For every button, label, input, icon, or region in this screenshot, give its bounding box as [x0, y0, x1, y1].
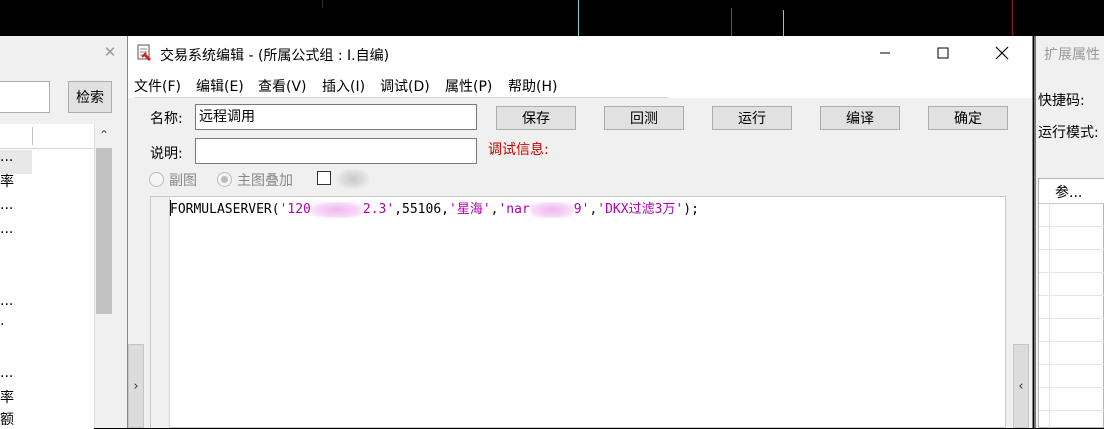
chart-tick	[731, 8, 732, 36]
chart-tick	[783, 10, 784, 36]
scrollbar-thumb[interactable]	[96, 148, 112, 314]
list-item[interactable]: ...	[0, 365, 13, 381]
run-button[interactable]: 运行	[712, 106, 792, 130]
backtest-button[interactable]: 回测	[604, 106, 684, 130]
maximize-button[interactable]	[914, 36, 972, 70]
list-item[interactable]: ...	[0, 221, 13, 237]
list-item[interactable]: 额	[0, 409, 14, 429]
chart-tick	[322, 0, 323, 8]
table-gridline	[1039, 387, 1104, 388]
chart-tick	[1012, 0, 1013, 36]
code-terminator: );	[683, 202, 699, 217]
description-label: 说明:	[150, 146, 183, 162]
minimize-icon	[880, 52, 890, 54]
sub-chart-radio[interactable]	[149, 172, 164, 187]
chart-tick	[578, 0, 579, 36]
main-overlay-radio[interactable]	[217, 172, 232, 187]
list-item[interactable]: ·	[0, 317, 4, 333]
menu-separator	[135, 97, 669, 98]
chart-background-strip	[0, 0, 1104, 36]
redacted-text	[310, 201, 363, 218]
table-gridline	[1049, 203, 1050, 428]
compile-button[interactable]: 编译	[820, 106, 900, 130]
list-item[interactable]: ...	[0, 293, 13, 309]
window-title: 交易系统编辑 - (所属公式组 : I.自编)	[160, 48, 390, 64]
list-item[interactable]: ...	[0, 149, 13, 165]
text-caret	[170, 200, 171, 216]
parameter-table	[1038, 178, 1104, 428]
code-string-arg: 2.3'	[362, 202, 395, 217]
list-item[interactable]: 率	[0, 387, 14, 407]
left-search-input[interactable]	[0, 81, 50, 113]
left-panel-close-icon[interactable]: ✕	[100, 42, 120, 62]
table-gridline	[1039, 272, 1104, 273]
parameter-column-header[interactable]: 参...	[1055, 182, 1082, 202]
menu-item[interactable]: 插入(I)	[322, 76, 365, 96]
list-item[interactable]: ...	[0, 197, 13, 213]
editor-gutter	[151, 197, 170, 428]
menu-item[interactable]: 调试(D)	[380, 76, 430, 96]
formula-list-header	[0, 124, 94, 149]
code-string-arg: 'nar	[498, 202, 530, 217]
column-separator[interactable]	[32, 127, 33, 145]
search-button[interactable]: 检索	[68, 81, 112, 113]
code-string-arg: '120	[279, 202, 311, 217]
save-button[interactable]: 保存	[496, 106, 576, 130]
option-checkbox[interactable]	[317, 171, 331, 185]
menu-item[interactable]: 文件(F)	[134, 76, 181, 96]
collapse-right-handle[interactable]: ‹	[1013, 344, 1029, 428]
code-string-arg: 9'	[573, 202, 590, 217]
expand-left-handle[interactable]: ›	[128, 344, 144, 428]
name-label: 名称:	[150, 111, 183, 127]
table-gridline	[1039, 226, 1104, 227]
main-overlay-label: 主图叠加	[237, 173, 293, 189]
formula-app-icon	[136, 44, 154, 62]
extended-properties-title: 扩展属性	[1044, 47, 1100, 63]
code-string-arg: '星海'	[449, 202, 491, 217]
table-gridline	[1039, 341, 1104, 342]
menu-item[interactable]: 查看(V)	[258, 76, 307, 96]
menu-item[interactable]: 编辑(E)	[196, 76, 244, 96]
minimize-button[interactable]	[856, 36, 914, 70]
close-button[interactable]	[973, 36, 1031, 70]
redacted-text	[529, 201, 574, 218]
table-gridline	[1039, 364, 1104, 365]
redacted-checkbox-label	[336, 168, 370, 190]
table-gridline	[1039, 295, 1104, 296]
description-input[interactable]	[195, 138, 477, 164]
table-gridline	[1039, 410, 1104, 411]
table-gridline	[1039, 318, 1104, 319]
scroll-up-icon[interactable]: ⌃	[94, 124, 114, 146]
code-string-arg: 'DKX过滤3万'	[597, 202, 684, 217]
code-separator: ,55106,	[394, 202, 449, 217]
confirm-button[interactable]: 确定	[928, 106, 1008, 130]
maximize-icon	[937, 47, 949, 59]
run-mode-label: 运行模式:	[1038, 125, 1099, 141]
code-line[interactable]: FORMULASERVER('120 2.3',55106,'星海','nar 9'…	[170, 198, 699, 218]
menu-item[interactable]: 帮助(H)	[508, 76, 557, 96]
shortcut-label: 快捷码:	[1038, 93, 1085, 109]
table-gridline	[1039, 249, 1104, 250]
close-icon	[995, 46, 1009, 60]
menu-item[interactable]: 属性(P)	[445, 76, 492, 96]
list-item[interactable]: 率	[0, 171, 14, 191]
code-function: FORMULASERVER(	[170, 202, 280, 217]
debug-info-label: 调试信息:	[488, 142, 549, 158]
sub-chart-label: 副图	[169, 173, 197, 189]
code-editor[interactable]	[150, 196, 1006, 428]
name-input[interactable]: 远程调用	[195, 104, 477, 130]
